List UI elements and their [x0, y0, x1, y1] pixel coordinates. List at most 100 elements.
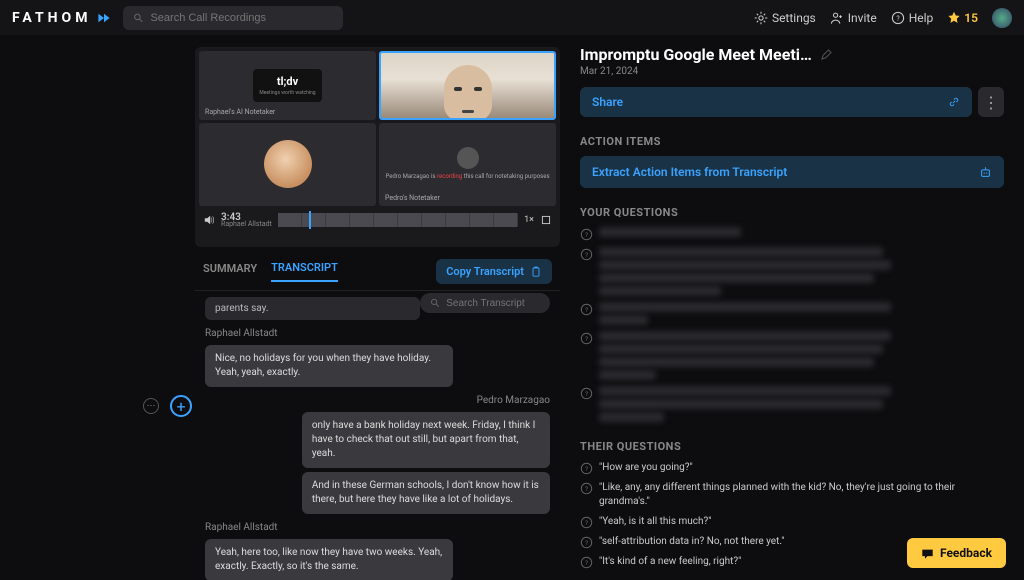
- tile-caption: Pedro's Notetaker: [385, 194, 440, 202]
- transcript-bubble[interactable]: only have a bank holiday next week. Frid…: [302, 412, 550, 468]
- action-items-heading: ACTION ITEMS: [580, 135, 1004, 148]
- settings-button[interactable]: Settings: [754, 11, 816, 25]
- user-avatar[interactable]: [992, 8, 1012, 28]
- brand-text: FATHOM: [12, 10, 91, 26]
- tab-summary[interactable]: SUMMARY: [203, 262, 257, 281]
- chat-icon: [921, 547, 934, 560]
- their-questions-heading: THEIR QUESTIONS: [580, 440, 1004, 453]
- question-icon: ?: [580, 387, 593, 400]
- question-icon: ?: [580, 303, 593, 316]
- clipboard-icon: [530, 266, 542, 278]
- svg-text:?: ?: [585, 231, 588, 239]
- question-item-blurred[interactable]: ?: [580, 227, 1004, 241]
- volume-icon[interactable]: [203, 214, 215, 226]
- tab-transcript[interactable]: TRANSCRIPT: [271, 261, 338, 282]
- playback-speed[interactable]: 1×: [524, 215, 534, 225]
- question-icon: ?: [580, 228, 593, 241]
- video-player[interactable]: tl;dv Meetings worth watching Raphael's …: [195, 47, 560, 247]
- video-tile-3[interactable]: [199, 123, 376, 207]
- question-icon: ?: [580, 516, 593, 529]
- points-badge[interactable]: 15: [947, 11, 978, 25]
- question-item-blurred[interactable]: ?: [580, 386, 1004, 422]
- question-text: "self-attribution data in? No, not there…: [599, 535, 784, 549]
- question-icon: ?: [580, 462, 593, 475]
- question-item[interactable]: ?"Like, any, any different things planne…: [580, 481, 1004, 509]
- meeting-title: Impromptu Google Meet Meeti…: [580, 45, 812, 64]
- svg-text:?: ?: [585, 519, 588, 527]
- tldv-sub: Meetings worth watching: [259, 90, 315, 96]
- global-search[interactable]: [123, 6, 343, 30]
- prev-fragment: parents say.: [205, 297, 420, 320]
- question-item-blurred[interactable]: ?: [580, 302, 1004, 325]
- help-button[interactable]: ? Help: [891, 11, 934, 25]
- share-button[interactable]: Share: [580, 87, 972, 117]
- your-questions-heading: YOUR QUESTIONS: [580, 206, 1004, 219]
- fullscreen-icon[interactable]: [540, 214, 552, 226]
- svg-text:?: ?: [585, 251, 588, 259]
- feedback-button[interactable]: Feedback: [907, 538, 1006, 568]
- share-menu-button[interactable]: ⋮: [978, 87, 1004, 117]
- extract-action-items-button[interactable]: Extract Action Items from Transcript: [580, 156, 1004, 188]
- speaker-label: Raphael Allstadt: [195, 324, 560, 343]
- video-tile-2[interactable]: [379, 51, 556, 120]
- question-icon: ?: [580, 482, 593, 495]
- settings-label: Settings: [772, 11, 816, 25]
- svg-text:?: ?: [585, 306, 588, 314]
- question-icon: ?: [580, 332, 593, 345]
- brand-logo[interactable]: FATHOM: [12, 10, 111, 26]
- invite-button[interactable]: Invite: [830, 11, 877, 25]
- question-item-blurred[interactable]: ?: [580, 247, 1004, 296]
- speaker-label: Raphael Allstadt: [195, 518, 560, 537]
- app-header: FATHOM Settings Invite ? Help 15: [0, 0, 1024, 35]
- transcript-bubble[interactable]: Yeah, here too, like now they have two w…: [205, 539, 453, 580]
- question-icon: ?: [580, 556, 593, 569]
- robot-icon: [979, 166, 992, 179]
- link-icon: [948, 96, 960, 108]
- brand-icon: [97, 11, 111, 25]
- edit-icon[interactable]: [820, 48, 833, 61]
- tldv-brand: tl;dv: [277, 75, 298, 88]
- svg-text:?: ?: [585, 465, 588, 473]
- svg-text:?: ?: [585, 559, 588, 567]
- global-search-input[interactable]: [150, 12, 333, 24]
- search-icon: [133, 12, 144, 24]
- question-item[interactable]: ? "How are you going?": [580, 461, 1004, 475]
- svg-text:?: ?: [585, 335, 588, 343]
- svg-text:?: ?: [585, 539, 588, 547]
- help-label: Help: [909, 11, 934, 25]
- tile-caption: Raphael's AI Notetaker: [205, 108, 275, 116]
- svg-text:?: ?: [896, 14, 900, 22]
- recording-notice: Pedro Marzagao is recording this call fo…: [385, 173, 549, 181]
- progress-bar[interactable]: [278, 213, 518, 227]
- transcript-pane[interactable]: parents say. Raphael Allstadt Nice, no ho…: [195, 291, 560, 580]
- meeting-date: Mar 21, 2024: [580, 66, 1004, 77]
- transcript-bubble[interactable]: And in these German schools, I don't kno…: [302, 472, 550, 514]
- video-tile-1[interactable]: tl;dv Meetings worth watching Raphael's …: [199, 51, 376, 120]
- transcript-entry-menu[interactable]: ⋯: [143, 398, 159, 414]
- speaker-label: Pedro Marzagao: [195, 391, 560, 410]
- question-item[interactable]: ? "Yeah, is it all this much?": [580, 515, 1004, 529]
- star-icon: [947, 11, 961, 25]
- transcript-search-input[interactable]: [446, 298, 540, 309]
- add-highlight-button[interactable]: +: [170, 395, 192, 417]
- tab-bar: SUMMARY TRANSCRIPT Copy Transcript: [195, 247, 560, 291]
- question-text: "How are you going?": [599, 461, 693, 475]
- gear-icon: [754, 11, 768, 25]
- transcript-search[interactable]: [420, 293, 550, 313]
- question-text: "It's kind of a new feeling, right?": [599, 555, 741, 569]
- current-speaker: Raphael Allstadt: [221, 221, 272, 229]
- points-value: 15: [964, 11, 978, 25]
- video-tile-4[interactable]: Pedro Marzagao is recording this call fo…: [379, 123, 556, 207]
- question-item-blurred[interactable]: ?: [580, 331, 1004, 380]
- copy-transcript-button[interactable]: Copy Transcript: [436, 259, 552, 284]
- help-icon: ?: [891, 11, 905, 25]
- svg-text:?: ?: [585, 390, 588, 398]
- transcript-bubble[interactable]: Nice, no holidays for you when they have…: [205, 345, 453, 387]
- search-icon: [430, 297, 440, 309]
- invite-label: Invite: [848, 11, 877, 25]
- question-icon: ?: [580, 536, 593, 549]
- question-text: "Yeah, is it all this much?": [599, 515, 711, 529]
- svg-text:?: ?: [585, 485, 588, 493]
- your-questions-list: ?????: [580, 227, 1004, 422]
- person-plus-icon: [830, 11, 844, 25]
